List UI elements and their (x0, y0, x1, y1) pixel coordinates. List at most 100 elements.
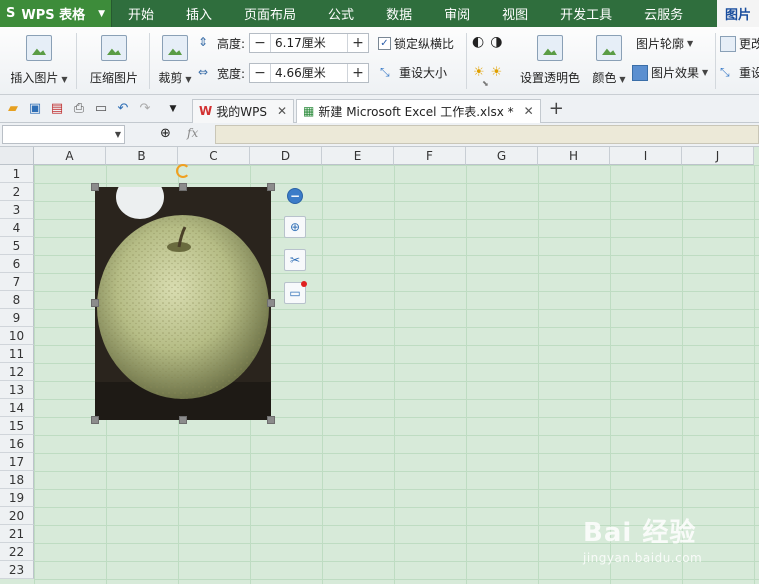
row-header[interactable]: 16 (0, 435, 34, 453)
tab-view[interactable]: 视图 (486, 0, 544, 27)
picture-outline-button[interactable]: 图片轮廓 ▼ (636, 35, 693, 52)
resize-handle-tl[interactable] (91, 183, 99, 191)
save-icon[interactable]: ▣ (26, 100, 44, 118)
app-menu-button[interactable]: S WPS 表格 ▼ (0, 0, 112, 27)
row-header[interactable]: 5 (0, 237, 34, 255)
picture-effect-button[interactable]: 图片效果 ▼ (632, 64, 708, 81)
resize-handle-t[interactable] (179, 183, 187, 191)
row-header[interactable]: 6 (0, 255, 34, 273)
column-header[interactable]: H (538, 147, 610, 165)
row-header[interactable]: 3 (0, 201, 34, 219)
row-header[interactable]: 7 (0, 273, 34, 291)
row-header[interactable]: 17 (0, 453, 34, 471)
tab-data[interactable]: 数据 (370, 0, 428, 27)
resize-handle-bl[interactable] (91, 416, 99, 424)
set-transparent-button[interactable]: 设置透明色 (520, 35, 580, 86)
tab-cloud[interactable]: 云服务 (628, 0, 699, 27)
row-header[interactable]: 4 (0, 219, 34, 237)
resize-handle-br[interactable] (267, 416, 275, 424)
row-header[interactable]: 21 (0, 525, 34, 543)
doc-tab-mywps[interactable]: W 我的WPS ✕ (192, 98, 295, 123)
zoom-out-icon[interactable]: − (287, 188, 303, 204)
row-header[interactable]: 19 (0, 489, 34, 507)
column-header[interactable]: J (682, 147, 754, 165)
crop-button[interactable]: 裁剪 ▼ (156, 35, 194, 86)
row-header[interactable]: 8 (0, 291, 34, 309)
formula-input[interactable] (215, 125, 759, 144)
column-header[interactable]: D (250, 147, 322, 165)
brightness-down-icon[interactable]: ☀ (491, 65, 503, 80)
resize-handle-tr[interactable] (267, 183, 275, 191)
column-header[interactable]: B (106, 147, 178, 165)
insert-picture-button[interactable]: 插入图片 ▼ (8, 35, 70, 86)
change-picture-button[interactable]: 更改 (720, 35, 759, 52)
row-header[interactable]: 11 (0, 345, 34, 363)
column-header[interactable]: F (394, 147, 466, 165)
open-folder-icon[interactable]: ▰ (4, 100, 22, 118)
lock-ratio-checkbox[interactable]: ✓ 锁定纵横比 (378, 35, 454, 52)
export-pdf-icon[interactable]: ▤ (48, 100, 66, 118)
color-button[interactable]: 颜色 ▼ (590, 35, 628, 86)
width-input[interactable]: 4.66厘米 (270, 64, 349, 82)
close-tab-icon[interactable]: ✕ (277, 104, 287, 118)
column-header[interactable]: E (322, 147, 394, 165)
dropdown-arrow-icon[interactable]: ▼ (115, 130, 121, 139)
rotate-right-icon[interactable]: ◑ (490, 34, 502, 50)
tab-review[interactable]: 审阅 (428, 0, 486, 27)
tab-developer[interactable]: 开发工具 (544, 0, 628, 27)
name-box[interactable]: ▼ (2, 125, 125, 144)
width-stepper[interactable]: − 4.66厘米 + (249, 63, 370, 83)
tab-home[interactable]: 开始 (112, 0, 170, 27)
brightness-up-icon[interactable]: ☀ (473, 65, 485, 80)
doc-tab-workbook[interactable]: ▦ 新建 Microsoft Excel 工作表.xlsx * ✕ (296, 98, 541, 123)
tab-picture[interactable]: 图片 (716, 0, 759, 27)
tab-formulas[interactable]: 公式 (312, 0, 370, 27)
print-icon[interactable]: ⎙ (70, 100, 88, 118)
height-increase-button[interactable]: + (348, 34, 368, 52)
dialog-launcher-icon[interactable]: ⬊ (482, 79, 489, 88)
reset-size-button[interactable]: ⤡ 重设大小 (380, 64, 447, 81)
row-header[interactable]: 1 (0, 165, 34, 183)
row-header[interactable]: 12 (0, 363, 34, 381)
row-header[interactable]: 14 (0, 399, 34, 417)
resize-handle-l[interactable] (91, 299, 99, 307)
crop-tool-icon[interactable]: ✂ (284, 249, 306, 271)
column-header[interactable]: G (466, 147, 538, 165)
resize-handle-b[interactable] (179, 416, 187, 424)
height-decrease-button[interactable]: − (250, 34, 270, 52)
brightness-icons[interactable]: ☀ ☀ (473, 65, 502, 80)
reset-picture-button[interactable]: ⤡ 重设 (720, 64, 759, 81)
zoom-in-icon[interactable]: ⊕ (284, 216, 306, 238)
customize-dropdown-icon[interactable]: ▼ (164, 100, 182, 118)
width-decrease-button[interactable]: − (250, 64, 270, 82)
zoom-icon[interactable]: ⊕ (160, 126, 171, 141)
undo-icon[interactable]: ↶ (114, 100, 132, 118)
compress-picture-button[interactable]: 压缩图片 (86, 35, 142, 86)
row-header[interactable]: 20 (0, 507, 34, 525)
height-input[interactable]: 6.17厘米 (270, 34, 349, 52)
tab-insert[interactable]: 插入 (170, 0, 228, 27)
width-increase-button[interactable]: + (348, 64, 368, 82)
column-header[interactable]: A (34, 147, 106, 165)
column-header[interactable]: C (178, 147, 250, 165)
redo-icon[interactable]: ↷ (136, 100, 154, 118)
rotate-icons[interactable]: ◐ ◑ (472, 34, 502, 50)
row-header[interactable]: 15 (0, 417, 34, 435)
row-header[interactable]: 22 (0, 543, 34, 561)
rotate-left-icon[interactable]: ◐ (472, 34, 484, 50)
print-preview-icon[interactable]: ▭ (92, 100, 110, 118)
row-header[interactable]: 10 (0, 327, 34, 345)
tab-page-layout[interactable]: 页面布局 (228, 0, 312, 27)
inserted-picture[interactable] (95, 187, 271, 420)
close-tab-icon[interactable]: ✕ (524, 104, 534, 118)
row-header[interactable]: 23 (0, 561, 34, 579)
rotate-handle-icon[interactable] (176, 164, 190, 178)
resize-handle-r[interactable] (267, 299, 275, 307)
select-all-corner[interactable] (0, 147, 34, 165)
row-header[interactable]: 2 (0, 183, 34, 201)
row-header[interactable]: 18 (0, 471, 34, 489)
row-header[interactable]: 13 (0, 381, 34, 399)
column-header[interactable]: I (610, 147, 682, 165)
picture-frame-icon[interactable]: ▭ (284, 281, 307, 304)
height-stepper[interactable]: − 6.17厘米 + (249, 33, 370, 53)
